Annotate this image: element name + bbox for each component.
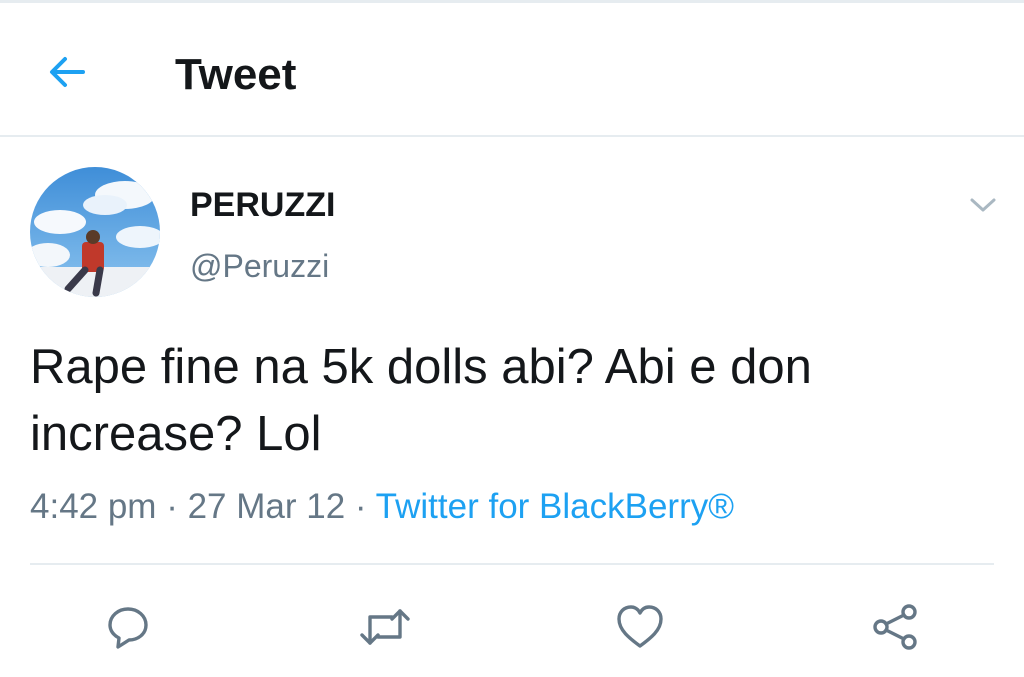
tweet-source-link[interactable]: Twitter for BlackBerry® xyxy=(376,487,734,526)
top-app-bar: Tweet xyxy=(0,3,1024,137)
meta-separator: · xyxy=(354,487,367,526)
tweet-time: 4:42 pm xyxy=(30,487,157,526)
like-button[interactable] xyxy=(610,597,670,657)
tweet-detail-screen: Tweet PERUZZI @Peruzzi Rape fine na 5k d… xyxy=(0,0,1024,677)
tweet-metadata: 4:42 pm · 27 Mar 12 · Twitter for BlackB… xyxy=(30,484,734,530)
avatar-photo xyxy=(30,167,160,297)
author-display-name[interactable]: PERUZZI xyxy=(190,183,335,227)
avatar[interactable] xyxy=(30,167,160,297)
meta-separator: · xyxy=(166,487,178,526)
share-button[interactable] xyxy=(865,597,925,657)
divider xyxy=(30,563,994,565)
tweet-detail: PERUZZI @Peruzzi Rape fine na 5k dolls a… xyxy=(0,137,1024,677)
author-handle[interactable]: @Peruzzi xyxy=(190,245,329,287)
tweet-text: Rape fine na 5k dolls abi? Abi e don inc… xyxy=(30,340,812,461)
heart-icon xyxy=(617,605,663,648)
retweet-button[interactable] xyxy=(355,597,415,657)
arrow-left-icon xyxy=(50,57,85,87)
share-icon xyxy=(873,604,917,650)
page-title: Tweet xyxy=(175,50,297,99)
retweet-icon xyxy=(360,609,410,645)
tweet-date: 27 Mar 12 xyxy=(187,487,346,526)
reply-button[interactable] xyxy=(98,597,158,657)
reply-icon xyxy=(108,607,148,649)
back-button[interactable] xyxy=(34,39,100,105)
tweet-menu-button[interactable] xyxy=(960,185,1006,225)
chevron-down-icon xyxy=(970,198,996,212)
